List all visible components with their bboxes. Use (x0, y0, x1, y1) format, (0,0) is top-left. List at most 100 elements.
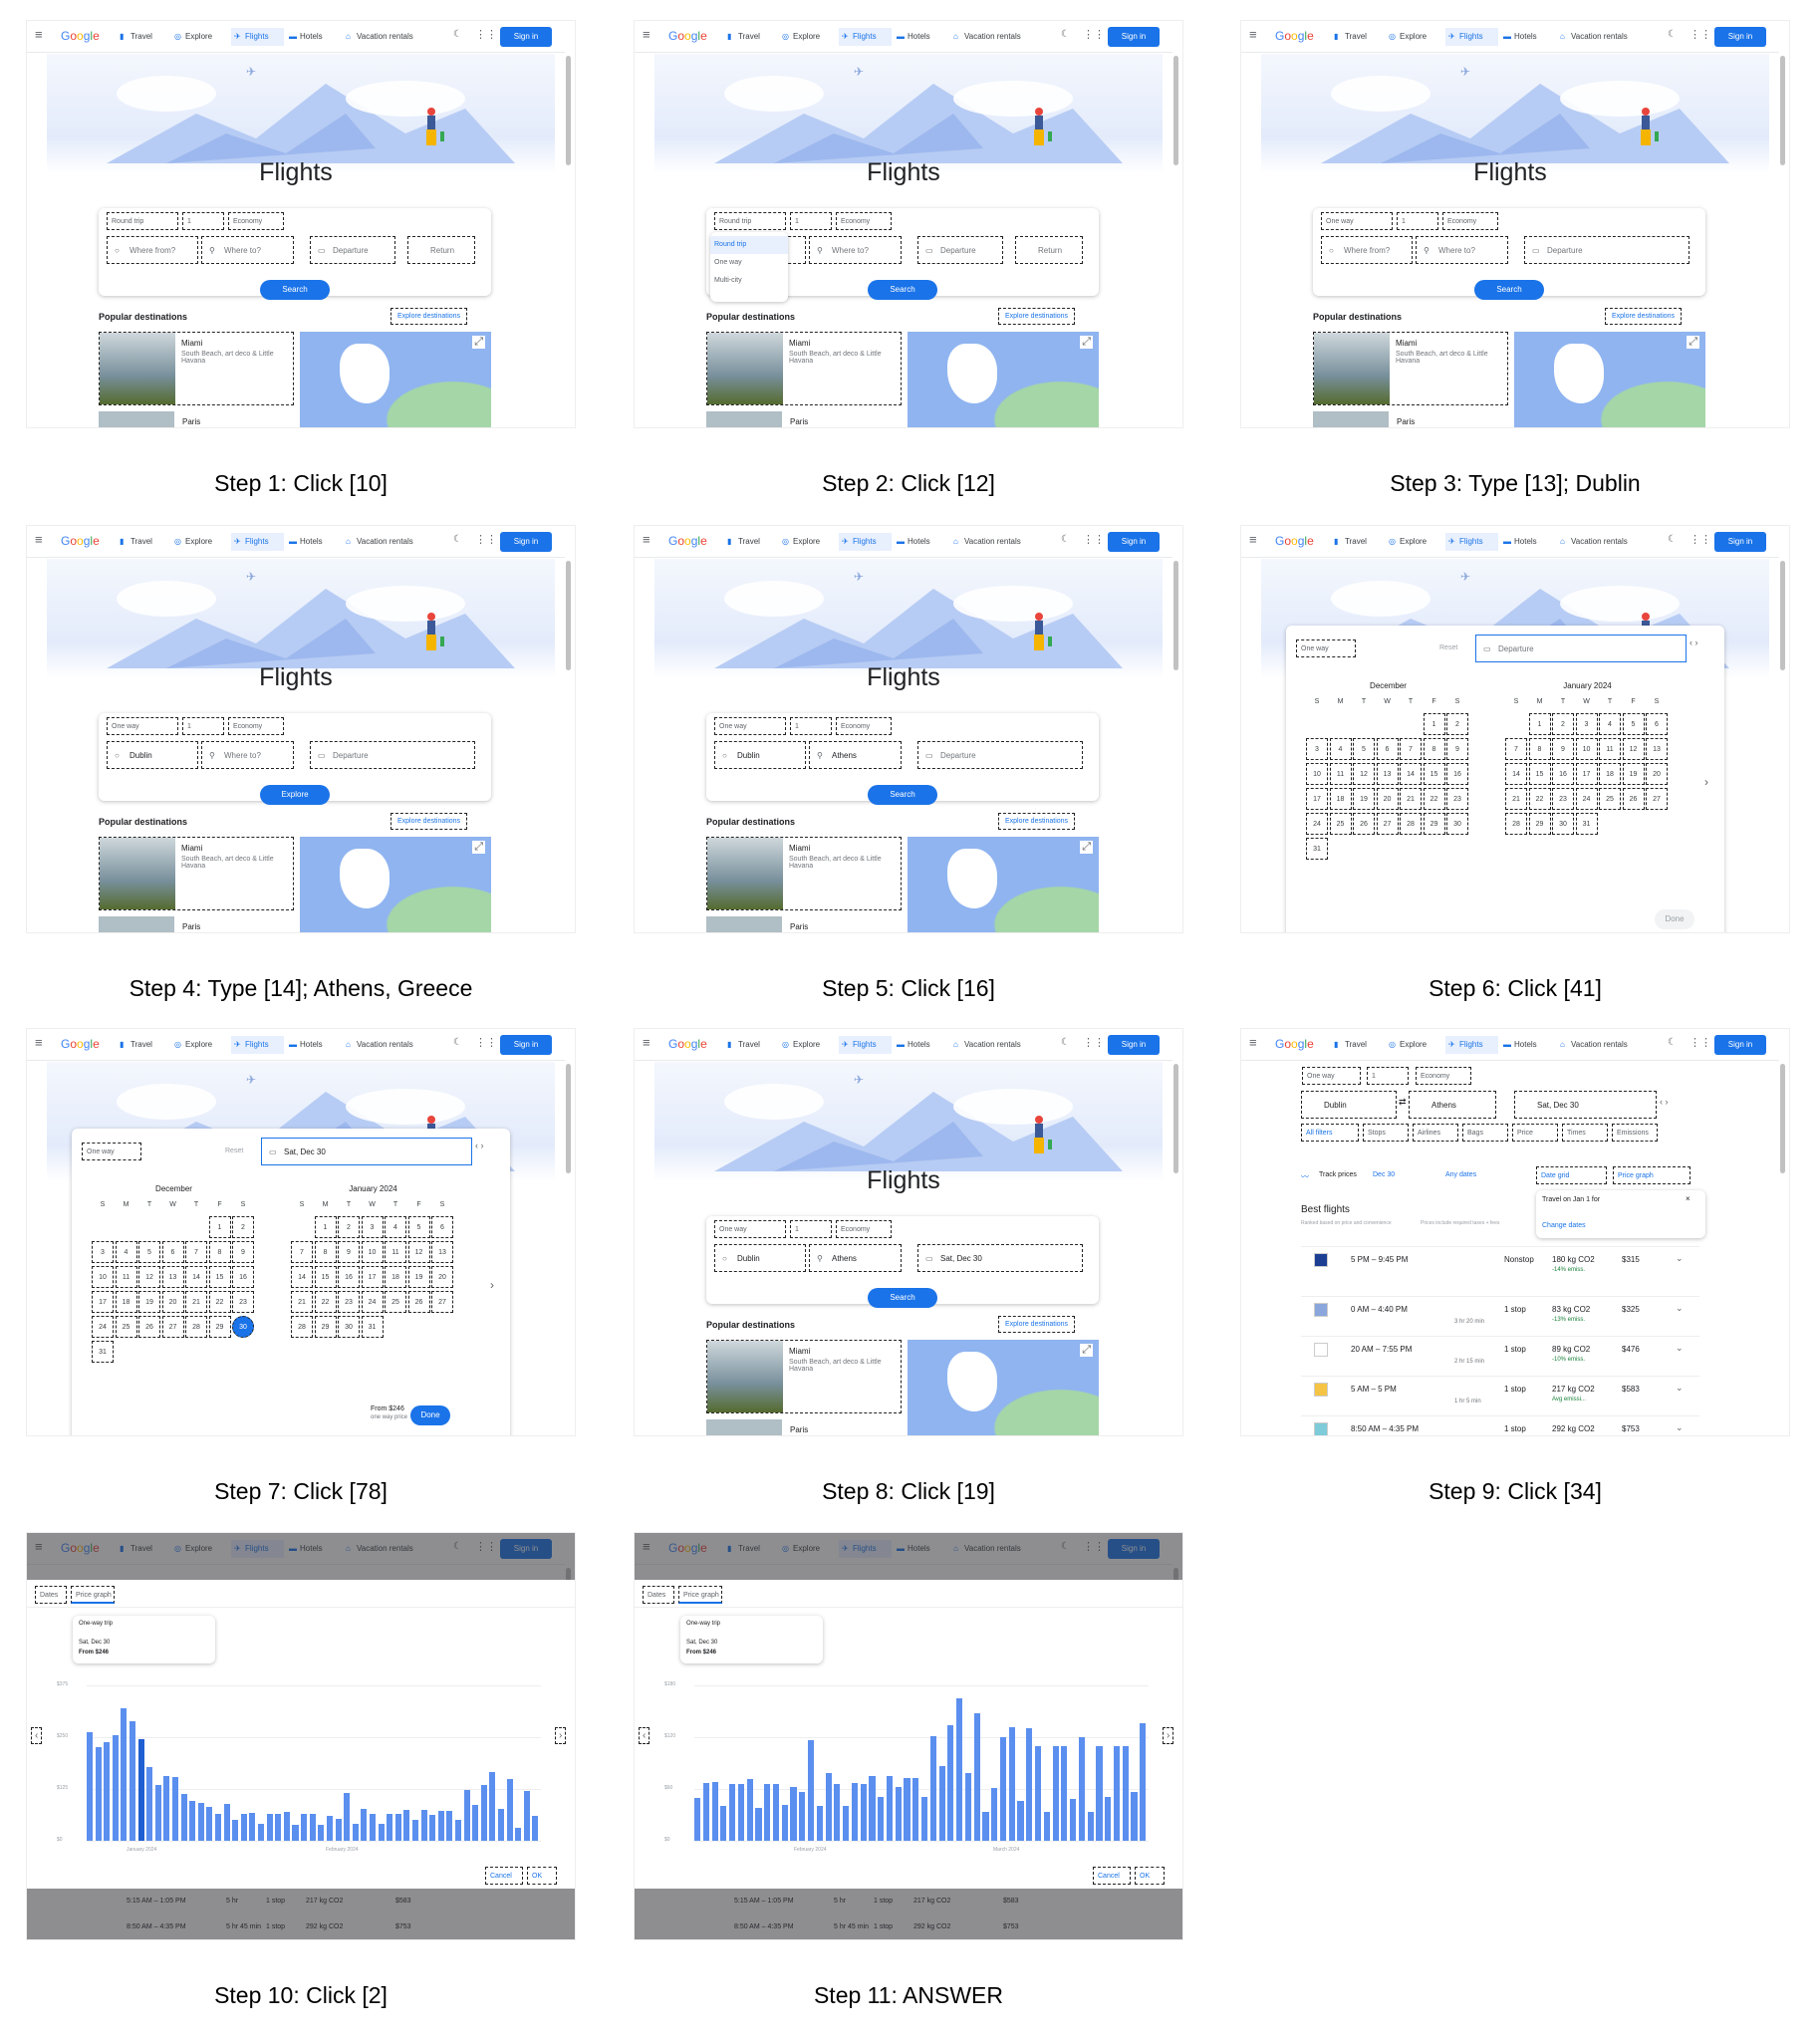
calendar-day[interactable]: 28 (1400, 813, 1422, 835)
passengers-dropdown[interactable]: 1 (1367, 1067, 1409, 1085)
expand-chevron-icon[interactable]: ⌄ (1676, 1383, 1684, 1394)
sign-in-button[interactable]: Sign in (500, 532, 552, 552)
calendar-day[interactable]: 5 (1353, 738, 1375, 760)
calendar-day[interactable]: 8 (1528, 738, 1551, 760)
apps-grid-icon[interactable]: ⋮⋮ (1690, 533, 1711, 546)
hamburger-menu-icon[interactable]: ≡ (35, 532, 43, 547)
scrollbar[interactable] (1780, 56, 1785, 165)
next-arrow-icon[interactable]: › (1163, 1727, 1174, 1744)
dark-mode-icon[interactable]: ☾ (1668, 1037, 1677, 1048)
nav-tab-explore[interactable]: ◎ Explore (171, 28, 229, 46)
nav-tab-hotels[interactable]: ▬Hotels (286, 28, 341, 46)
date-arrows-icon[interactable]: ‹ › (1660, 1097, 1669, 1107)
close-icon[interactable]: × (1686, 1194, 1690, 1203)
calendar-day[interactable]: 7 (185, 1241, 207, 1263)
reset-button[interactable]: Reset (1435, 639, 1457, 657)
calendar-day[interactable]: 17 (1575, 763, 1598, 785)
price-bar[interactable] (929, 1736, 936, 1841)
apps-grid-icon[interactable]: ⋮⋮ (475, 533, 497, 546)
cancel-button[interactable]: Cancel (485, 1867, 523, 1885)
price-bar[interactable] (1017, 1801, 1024, 1841)
calendar-day[interactable]: 29 (314, 1316, 337, 1338)
sign-in-button[interactable]: Sign in (1714, 1035, 1766, 1055)
calendar-day[interactable]: 12 (138, 1266, 160, 1288)
price-bar[interactable] (215, 1814, 222, 1841)
calendar-day[interactable]: 6 (1376, 738, 1399, 760)
price-bar[interactable] (1096, 1745, 1103, 1841)
filter-bags[interactable]: Bags (1462, 1124, 1508, 1142)
search-button[interactable]: Search (260, 280, 330, 300)
price-bar[interactable] (403, 1810, 410, 1841)
price-bar[interactable] (506, 1779, 513, 1841)
price-bar[interactable] (808, 1739, 815, 1841)
cabin-class-dropdown[interactable]: Economy (1416, 1067, 1471, 1085)
price-bar[interactable] (1043, 1812, 1050, 1841)
price-bar[interactable] (223, 1804, 230, 1841)
price-bar[interactable] (720, 1806, 727, 1841)
cabin-class-dropdown[interactable]: Economy (228, 717, 284, 735)
apps-grid-icon[interactable]: ⋮⋮ (1083, 533, 1105, 546)
menu-item-multi-city[interactable]: Multi-city (710, 272, 788, 290)
calendar-day[interactable]: 4 (115, 1241, 137, 1263)
dark-mode-icon[interactable]: ☾ (1061, 534, 1070, 545)
price-bar[interactable] (964, 1773, 971, 1841)
trip-type-dropdown[interactable]: One way (1296, 639, 1356, 657)
nav-tab-hotels[interactable]: ▬Hotels (1500, 533, 1555, 551)
calendar-day[interactable]: 18 (385, 1266, 406, 1288)
scrollbar[interactable] (1780, 1064, 1785, 1173)
price-bar[interactable] (335, 1818, 342, 1841)
calendar-day[interactable]: 15 (1528, 763, 1551, 785)
calendar-day[interactable]: 17 (1306, 788, 1328, 810)
price-bar[interactable] (1078, 1737, 1085, 1841)
calendar-day[interactable]: 14 (291, 1266, 313, 1288)
nav-tab-explore[interactable]: ◎ Explore (171, 533, 229, 551)
calendar-day[interactable]: 26 (138, 1316, 160, 1338)
hamburger-menu-icon[interactable]: ≡ (35, 27, 43, 42)
nav-tab-flights[interactable]: ✈ Flights (839, 28, 892, 46)
price-bar[interactable] (146, 1766, 153, 1841)
apps-grid-icon[interactable]: ⋮⋮ (475, 1036, 497, 1049)
filter-airlines[interactable]: Airlines (1413, 1124, 1458, 1142)
calendar-day[interactable]: 27 (1646, 788, 1668, 810)
next-month-icon[interactable]: › (1704, 775, 1708, 789)
calendar-day[interactable]: 8 (1423, 738, 1445, 760)
price-bar[interactable] (947, 1724, 954, 1841)
ok-button[interactable]: OK (527, 1867, 557, 1885)
price-bar[interactable] (411, 1820, 418, 1841)
where-from-input[interactable]: Dublin (1301, 1091, 1397, 1119)
sign-in-button[interactable]: Sign in (1108, 532, 1160, 552)
calendar-day[interactable]: 22 (314, 1291, 337, 1313)
nav-tab-hotels[interactable]: ▬Hotels (1500, 1036, 1555, 1054)
nav-tab-explore[interactable]: ◎ Explore (779, 533, 837, 551)
price-bar[interactable] (497, 1808, 504, 1841)
calendar-day[interactable]: 15 (208, 1266, 231, 1288)
destination-card-miami[interactable]: Miami South Beach, art deco & Little Hava… (99, 837, 294, 910)
filter-times[interactable]: Times (1562, 1124, 1608, 1142)
calendar-day[interactable]: 2 (1552, 713, 1574, 735)
calendar-day[interactable]: 22 (1423, 788, 1445, 810)
price-bar[interactable] (446, 1811, 453, 1841)
hamburger-menu-icon[interactable]: ≡ (643, 27, 650, 42)
filter-stops[interactable]: Stops (1363, 1124, 1409, 1142)
calendar-day[interactable]: 19 (407, 1266, 430, 1288)
price-bar[interactable] (781, 1805, 788, 1841)
calendar-day[interactable]: 20 (161, 1291, 184, 1313)
flight-row[interactable]: 5 PM – 9:45 PM Nonstop 180 kg CO2 -14% emis… (1301, 1246, 1699, 1284)
price-bar[interactable] (878, 1796, 885, 1841)
apps-grid-icon[interactable]: ⋮⋮ (1083, 28, 1105, 41)
apps-grid-icon[interactable]: ⋮⋮ (1690, 1036, 1711, 1049)
price-bar[interactable] (523, 1791, 530, 1841)
nav-tab-travel[interactable]: ▮ Travel (724, 533, 777, 551)
where-to-input[interactable]: ⚲ Where to? (201, 236, 294, 264)
calendar-day[interactable]: 28 (291, 1316, 313, 1338)
calendar-day[interactable]: 13 (431, 1241, 453, 1263)
calendar-day[interactable]: 25 (115, 1316, 137, 1338)
where-to-input[interactable]: ⚲ Athens (809, 741, 902, 769)
price-bar[interactable] (394, 1813, 401, 1841)
trip-type-dropdown[interactable]: Round trip (107, 212, 178, 230)
calendar-day[interactable]: 30 (1552, 813, 1574, 835)
calendar-day[interactable]: 19 (1353, 788, 1375, 810)
calendar-day[interactable]: 28 (185, 1316, 207, 1338)
calendar-day[interactable]: 10 (1575, 738, 1598, 760)
nav-tab-explore[interactable]: ◎ Explore (779, 28, 837, 46)
